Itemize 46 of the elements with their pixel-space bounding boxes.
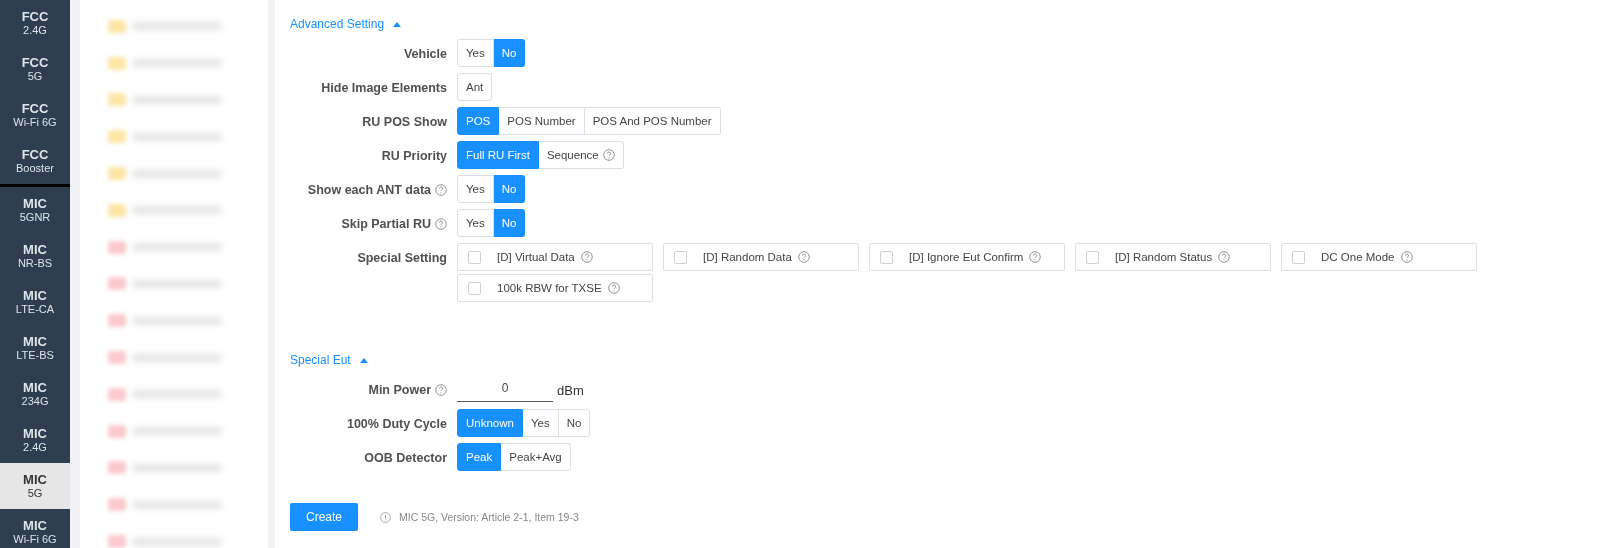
- help-icon: [435, 218, 447, 230]
- checkbox-option[interactable]: [D] Random Status: [1075, 243, 1271, 271]
- checkbox[interactable]: [468, 250, 481, 264]
- checkbox[interactable]: [674, 250, 687, 264]
- checkbox[interactable]: [880, 250, 893, 264]
- option-button[interactable]: Yes: [457, 209, 494, 237]
- option-button[interactable]: Sequence: [538, 141, 624, 169]
- field-label: RU POS Show: [362, 115, 447, 129]
- help-icon: [435, 384, 447, 396]
- field-label: Hide Image Elements: [321, 81, 447, 95]
- field-label: Special Setting: [357, 251, 447, 265]
- help-icon: [797, 251, 810, 263]
- checkbox[interactable]: [1086, 250, 1099, 264]
- checkbox[interactable]: [1292, 250, 1305, 264]
- checkbox-option[interactable]: [D] Random Data: [663, 243, 859, 271]
- field-label: OOB Detector: [364, 451, 447, 465]
- field-label: Show each ANT data: [307, 183, 431, 197]
- option-button[interactable]: POS Number: [499, 107, 585, 135]
- field-label: Min Power: [368, 383, 431, 397]
- option-button[interactable]: Yes: [522, 409, 559, 437]
- option-button[interactable]: Peak+Avg: [501, 443, 571, 471]
- help-icon: [435, 184, 447, 196]
- field-label: Vehicle: [403, 47, 447, 61]
- field-label: Skip Partial RU: [341, 217, 431, 231]
- info-icon: [380, 511, 391, 523]
- checkbox-option[interactable]: 100k RBW for TXSE: [457, 274, 653, 302]
- option-button[interactable]: POS And POS Number: [584, 107, 721, 135]
- field-label: 100% Duty Cycle: [346, 417, 447, 431]
- help-icon: [602, 149, 615, 161]
- help-icon: [1029, 251, 1042, 263]
- option-button[interactable]: Yes: [457, 175, 494, 203]
- option-button[interactable]: Ant: [457, 73, 493, 101]
- help-icon: [607, 282, 620, 294]
- help-icon: [1400, 251, 1413, 263]
- version-note: MIC 5G, Version: Article 2-1, Item 19-3: [399, 511, 579, 523]
- help-icon: [580, 251, 593, 263]
- checkbox-option[interactable]: [D] Ignore Eut Confirm: [869, 243, 1065, 271]
- checkbox-option[interactable]: [D] Virtual Data: [457, 243, 653, 271]
- field-label: RU Priority: [381, 149, 447, 163]
- option-button[interactable]: No: [558, 409, 591, 437]
- sidebar-item[interactable]: MIC 5G: [0, 463, 70, 509]
- help-icon: [1218, 251, 1231, 263]
- checkbox[interactable]: [468, 281, 481, 295]
- option-button[interactable]: Yes: [457, 39, 494, 67]
- checkbox-option[interactable]: DC One Mode: [1281, 243, 1477, 271]
- unit-label: dBm: [557, 382, 584, 398]
